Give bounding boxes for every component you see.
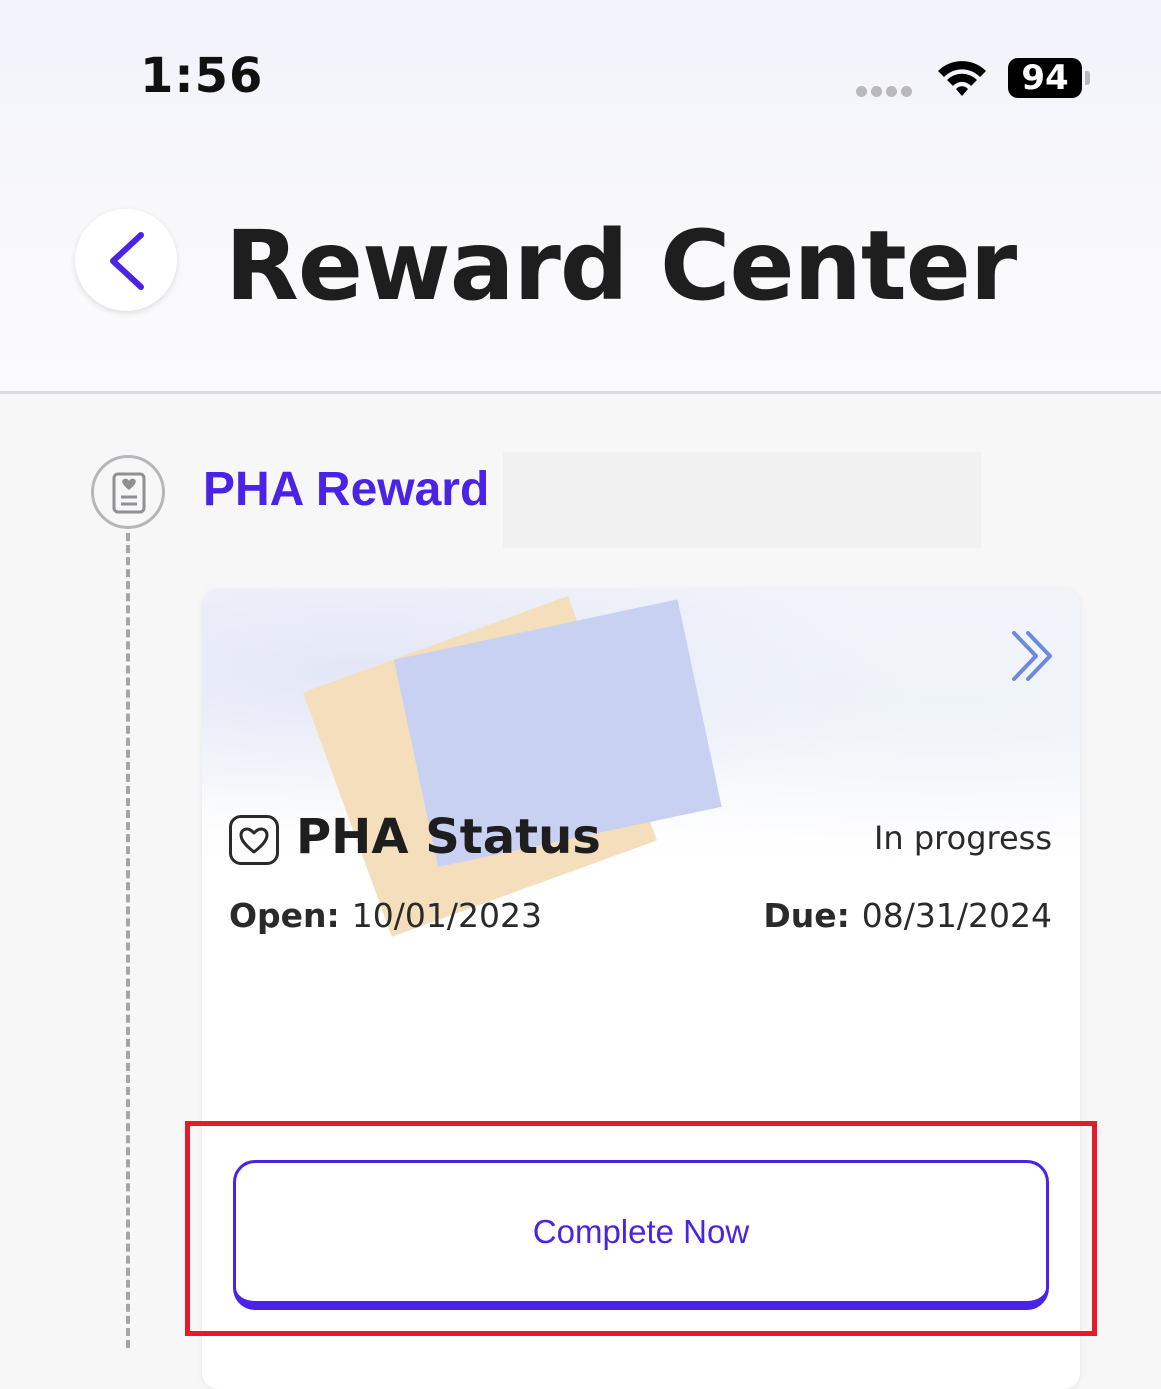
back-button[interactable]: [75, 209, 177, 311]
double-chevron-right-icon[interactable]: [1008, 629, 1056, 683]
card-title: PHA Status: [296, 809, 601, 865]
timeline-connector: [126, 533, 130, 1348]
chevron-left-icon: [110, 232, 144, 290]
status-time: 1:56: [140, 48, 264, 104]
open-date: 10/01/2023: [351, 896, 542, 935]
wifi-icon: [938, 61, 986, 96]
status-badge: In progress: [873, 819, 1052, 857]
section-title: PHA Reward: [203, 463, 490, 516]
open-label: Open:: [229, 896, 340, 935]
heart-icon: [239, 827, 269, 854]
health-record-icon: [112, 472, 146, 514]
battery-icon: [1085, 71, 1090, 85]
due-date: 08/31/2024: [861, 896, 1052, 935]
due-date-row: Due: 08/31/2024: [763, 896, 1052, 935]
page-title: Reward Center: [225, 210, 1017, 322]
section-title-placeholder: [503, 452, 981, 548]
app-header: 1:56 94 Reward Center: [0, 0, 1161, 394]
open-date-row: Open: 10/01/2023: [229, 896, 542, 935]
cellular-signal-icon: [856, 86, 916, 98]
highlight-box: [185, 1121, 1097, 1336]
heart-icon-frame: [229, 815, 279, 865]
timeline-node: [91, 455, 165, 529]
battery-level: 94: [1008, 58, 1082, 98]
due-label: Due:: [763, 896, 850, 935]
